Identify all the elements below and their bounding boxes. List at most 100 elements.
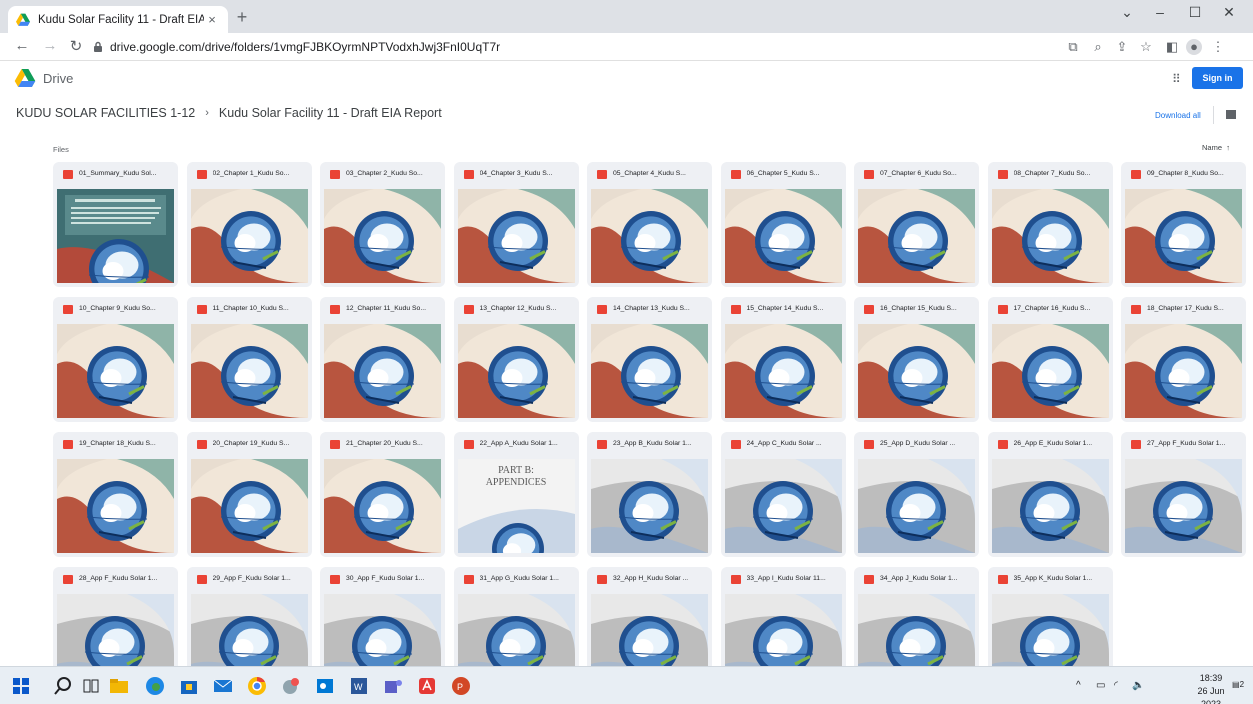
reload-icon[interactable]: ↻ xyxy=(66,37,86,55)
sort-by-name-button[interactable]: Name ↑ xyxy=(1202,143,1230,152)
file-thumbnail xyxy=(724,189,842,283)
pdf-file-icon xyxy=(463,305,474,314)
file-card[interactable]: 14_Chapter 13_Kudu S... xyxy=(587,297,712,422)
file-explorer-icon[interactable] xyxy=(108,675,130,697)
file-name: 28_App F_Kudu Solar 1... xyxy=(79,575,158,582)
file-card[interactable]: 02_Chapter 1_Kudu So... xyxy=(186,162,312,287)
chrome-icon[interactable] xyxy=(246,675,268,697)
paint-app-icon[interactable] xyxy=(280,675,302,697)
file-name: 29_App F_Kudu Solar 1... xyxy=(212,575,291,582)
browser-tab[interactable]: Kudu Solar Facility 11 - Draft EIA × xyxy=(8,6,228,33)
download-all-link[interactable]: Download all xyxy=(1155,111,1201,120)
file-card[interactable]: 05_Chapter 4_Kudu S... xyxy=(587,162,712,287)
file-name: 35_App K_Kudu Solar 1... xyxy=(1013,575,1093,582)
word-icon[interactable]: W xyxy=(348,675,370,697)
file-card[interactable]: 11_Chapter 10_Kudu S... xyxy=(186,297,312,422)
close-window-button[interactable]: ✕ xyxy=(1214,4,1244,21)
file-card[interactable]: 26_App E_Kudu Solar 1... xyxy=(987,432,1113,557)
file-thumbnail xyxy=(324,189,441,283)
share-icon[interactable]: ⇪ xyxy=(1114,39,1130,55)
bookmark-star-icon[interactable]: ☆ xyxy=(1138,39,1154,55)
pdf-file-icon xyxy=(864,575,874,584)
mail-icon[interactable] xyxy=(212,675,234,697)
file-name: 19_Chapter 18_Kudu S... xyxy=(79,440,156,447)
tab-search-dropdown-icon[interactable]: ⌄ xyxy=(1112,4,1142,21)
lock-icon xyxy=(94,41,102,52)
file-thumbnail xyxy=(57,459,174,553)
apps-grid-icon[interactable]: ⠿ xyxy=(1172,72,1181,86)
file-card[interactable]: 01_Summary_Kudu Sol... xyxy=(53,162,178,287)
install-app-icon[interactable]: ⧉ xyxy=(1065,39,1081,55)
acrobat-icon[interactable] xyxy=(416,675,438,697)
address-bar[interactable]: drive.google.com/drive/folders/1vmgFJBKO… xyxy=(92,36,1052,58)
pdf-file-icon xyxy=(463,575,474,584)
volume-icon[interactable]: 🔈 xyxy=(1132,680,1144,691)
tab-strip: Kudu Solar Facility 11 - Draft EIA × + ⌄… xyxy=(0,0,1253,33)
file-card[interactable]: 09_Chapter 8_Kudu So... xyxy=(1121,162,1246,287)
powerpoint-icon[interactable]: P xyxy=(450,675,472,697)
file-card[interactable]: 23_App B_Kudu Solar 1... xyxy=(587,432,712,557)
file-card[interactable]: 25_App D_Kudu Solar ... xyxy=(854,432,979,557)
search-icon[interactable] xyxy=(52,675,74,697)
menu-dots-icon[interactable]: ⋮ xyxy=(1210,39,1226,55)
file-card[interactable]: 27_App F_Kudu Solar 1... xyxy=(1121,432,1246,557)
clock[interactable]: 18:39 26 Jun 2023 xyxy=(1187,672,1235,704)
file-name: 11_Chapter 10_Kudu S... xyxy=(212,305,289,312)
file-card[interactable]: 24_App C_Kudu Solar ... xyxy=(720,432,846,557)
file-thumbnail xyxy=(591,324,708,418)
file-card[interactable]: 04_Chapter 3_Kudu S... xyxy=(453,162,579,287)
file-name: 09_Chapter 8_Kudu So... xyxy=(1147,170,1224,177)
file-card[interactable]: 10_Chapter 9_Kudu So... xyxy=(53,297,178,422)
file-card[interactable]: 15_Chapter 14_Kudu S... xyxy=(720,297,846,422)
tab-close-icon[interactable]: × xyxy=(204,12,220,27)
file-name: 10_Chapter 9_Kudu So... xyxy=(79,305,156,312)
file-thumbnail xyxy=(57,324,174,418)
file-card[interactable]: 16_Chapter 15_Kudu S... xyxy=(854,297,979,422)
file-thumbnail xyxy=(858,324,975,418)
file-card[interactable]: 17_Chapter 16_Kudu S... xyxy=(987,297,1113,422)
pdf-file-icon xyxy=(730,170,741,179)
file-card[interactable]: 08_Chapter 7_Kudu So... xyxy=(987,162,1113,287)
file-card[interactable]: 18_Chapter 17_Kudu S... xyxy=(1121,297,1246,422)
windows-start-icon[interactable] xyxy=(10,675,32,697)
file-card[interactable]: 13_Chapter 12_Kudu S... xyxy=(453,297,579,422)
minimize-button[interactable]: – xyxy=(1145,4,1175,20)
file-card[interactable]: 07_Chapter 6_Kudu So... xyxy=(854,162,979,287)
sign-in-button[interactable]: Sign in xyxy=(1192,67,1243,89)
file-card[interactable]: 21_Chapter 20_Kudu S... xyxy=(320,432,445,557)
profile-avatar-icon[interactable]: ● xyxy=(1186,39,1202,55)
file-card[interactable]: 03_Chapter 2_Kudu So... xyxy=(320,162,445,287)
zoom-icon[interactable]: ⌕ xyxy=(1090,39,1106,55)
browser-toolbar: ← → ↻ drive.google.com/drive/folders/1vm… xyxy=(0,33,1253,61)
file-thumbnail xyxy=(991,459,1109,553)
pdf-file-icon xyxy=(730,440,741,449)
breadcrumb-root[interactable]: KUDU SOLAR FACILITIES 1-12 xyxy=(16,106,195,120)
file-name: 23_App B_Kudu Solar 1... xyxy=(613,440,692,447)
pdf-file-icon xyxy=(196,440,207,449)
list-view-icon[interactable] xyxy=(1226,110,1236,119)
file-card[interactable]: 06_Chapter 5_Kudu S... xyxy=(720,162,846,287)
file-card[interactable]: 12_Chapter 11_Kudu So... xyxy=(320,297,445,422)
task-view-icon[interactable] xyxy=(80,675,102,697)
tray-chevron-icon[interactable]: ^ xyxy=(1076,680,1081,691)
back-icon[interactable]: ← xyxy=(12,37,32,54)
new-tab-button[interactable]: + xyxy=(232,7,252,28)
drive-header: Drive ⠿ Sign in xyxy=(0,62,1253,94)
file-name: 22_App A_Kudu Solar 1... xyxy=(479,440,558,447)
teams-icon[interactable] xyxy=(382,675,404,697)
file-name: 33_App I_Kudu Solar 11... xyxy=(746,575,826,582)
file-card[interactable]: 20_Chapter 19_Kudu S... xyxy=(186,432,312,557)
side-panel-icon[interactable]: ◧ xyxy=(1164,39,1180,55)
wifi-icon[interactable]: ◜ xyxy=(1114,680,1118,691)
outlook-icon[interactable] xyxy=(314,675,336,697)
edge-browser-icon[interactable] xyxy=(144,675,166,697)
battery-icon[interactable]: ▭ xyxy=(1096,680,1105,691)
store-icon[interactable] xyxy=(178,675,200,697)
file-thumbnail xyxy=(324,324,441,418)
forward-icon[interactable]: → xyxy=(40,37,60,54)
maximize-button[interactable]: ☐ xyxy=(1180,4,1210,21)
notification-icon[interactable]: ▤2 xyxy=(1232,680,1244,689)
file-card[interactable]: 22_App A_Kudu Solar 1... PART B: APPENDIC… xyxy=(453,432,579,557)
file-card[interactable]: 19_Chapter 18_Kudu S... xyxy=(53,432,178,557)
file-thumbnail xyxy=(457,324,575,418)
